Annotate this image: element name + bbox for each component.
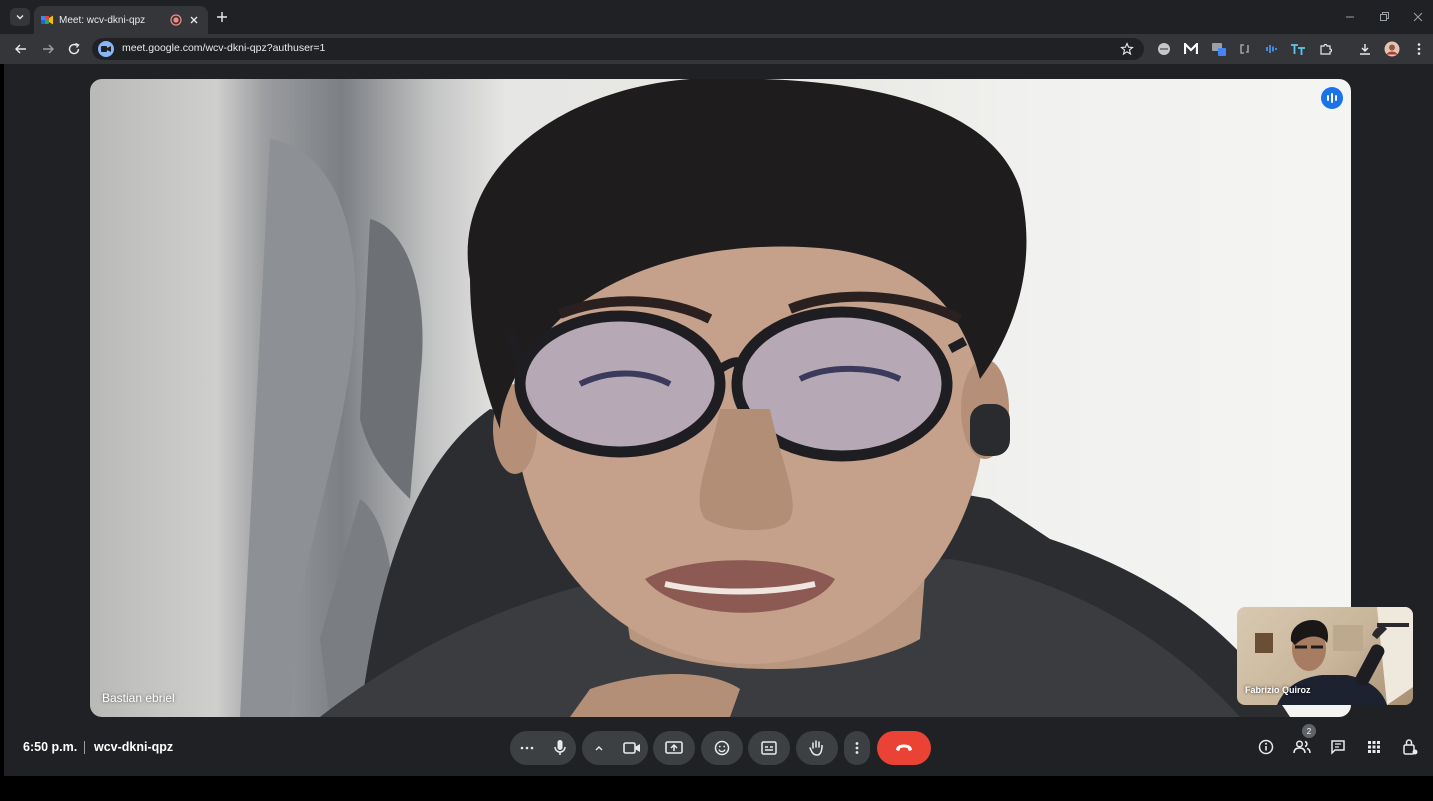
- extension-tt-icon[interactable]: [1290, 41, 1306, 57]
- video-controls: [582, 731, 648, 765]
- new-tab-icon[interactable]: [214, 9, 230, 25]
- activities-icon: [1368, 741, 1380, 753]
- chat-button[interactable]: [1328, 737, 1348, 757]
- more-options-icon[interactable]: [516, 737, 538, 759]
- raise-hand-icon: [806, 737, 828, 759]
- camera-icon[interactable]: [621, 737, 643, 759]
- hang-up-icon: [893, 737, 915, 759]
- people-button[interactable]: [1292, 737, 1312, 757]
- info-icon: [1258, 739, 1274, 755]
- extensions-puzzle-icon[interactable]: [1318, 41, 1334, 57]
- present-button[interactable]: [653, 731, 695, 765]
- caret-up-icon[interactable]: [588, 737, 610, 759]
- menu-icon[interactable]: [1411, 41, 1427, 57]
- reload-icon[interactable]: [66, 41, 82, 57]
- extension-m-icon[interactable]: [1183, 41, 1199, 57]
- address-bar[interactable]: meet.google.com/wcv-dkni-qpz?authuser=1: [92, 38, 1144, 60]
- extension-circle-icon[interactable]: [1156, 41, 1172, 57]
- host-controls-icon: [1403, 739, 1418, 755]
- reactions-button[interactable]: [701, 731, 743, 765]
- present-screen-icon: [663, 737, 685, 759]
- host-controls-button[interactable]: [1400, 737, 1420, 757]
- self-view-tile[interactable]: Fabrizio Quiroz: [1237, 607, 1413, 705]
- recording-icon: [170, 14, 182, 26]
- main-participant-name: Bastian ebriel: [102, 691, 175, 705]
- extension-audio-icon[interactable]: [1263, 41, 1279, 57]
- hang-up-button[interactable]: [877, 731, 931, 765]
- meet-favicon: [41, 15, 53, 25]
- chat-icon: [1331, 740, 1345, 755]
- microphone-icon[interactable]: [549, 737, 571, 759]
- minimize-icon[interactable]: [1343, 10, 1357, 24]
- self-participant-name: Fabrizio Quiroz: [1245, 685, 1311, 695]
- profile-avatar[interactable]: [1384, 41, 1400, 57]
- close-icon[interactable]: [188, 14, 200, 26]
- activities-button[interactable]: [1364, 737, 1384, 757]
- meet-stage: Bastian ebriel Fabrizio Quiroz 6:50 p.m.…: [4, 64, 1433, 776]
- divider: [84, 741, 85, 754]
- people-icon: [1293, 740, 1311, 754]
- site-info-icon[interactable]: [98, 41, 114, 57]
- participant-video: [240, 79, 1290, 717]
- tab-strip: Meet: wcv-dkni-qpz: [0, 0, 1433, 34]
- captions-button[interactable]: [748, 731, 790, 765]
- url-text: meet.google.com/wcv-dkni-qpz?authuser=1: [122, 42, 326, 54]
- emoji-icon: [711, 737, 733, 759]
- speaking-indicator-icon: [1321, 87, 1343, 109]
- raise-hand-button[interactable]: [796, 731, 838, 765]
- extension-cj-icon[interactable]: [1237, 41, 1253, 57]
- downloads-icon[interactable]: [1357, 41, 1373, 57]
- tab-meet[interactable]: Meet: wcv-dkni-qpz: [34, 6, 208, 34]
- forward-icon[interactable]: [40, 41, 56, 57]
- browser-toolbar: meet.google.com/wcv-dkni-qpz?authuser=1: [0, 34, 1433, 64]
- back-icon[interactable]: [13, 41, 29, 57]
- tab-title: Meet: wcv-dkni-qpz: [59, 14, 146, 26]
- main-participant-tile[interactable]: Bastian ebriel: [90, 79, 1351, 717]
- extension-translate-icon[interactable]: [1211, 41, 1227, 57]
- info-button[interactable]: [1256, 737, 1276, 757]
- window-close-icon[interactable]: [1411, 10, 1425, 24]
- meeting-code[interactable]: wcv-dkni-qpz: [94, 740, 173, 754]
- restore-icon[interactable]: [1377, 10, 1391, 24]
- bookmark-star-icon[interactable]: [1120, 42, 1134, 56]
- participant-count-badge: 2: [1302, 724, 1316, 738]
- more-vert-icon: [846, 737, 868, 759]
- captions-icon: [758, 737, 780, 759]
- taskbar-area: [0, 776, 1433, 801]
- audio-controls: [510, 731, 576, 765]
- tab-search-icon[interactable]: [10, 8, 30, 26]
- meeting-clock: 6:50 p.m.: [23, 740, 78, 754]
- more-actions-button[interactable]: [844, 731, 870, 765]
